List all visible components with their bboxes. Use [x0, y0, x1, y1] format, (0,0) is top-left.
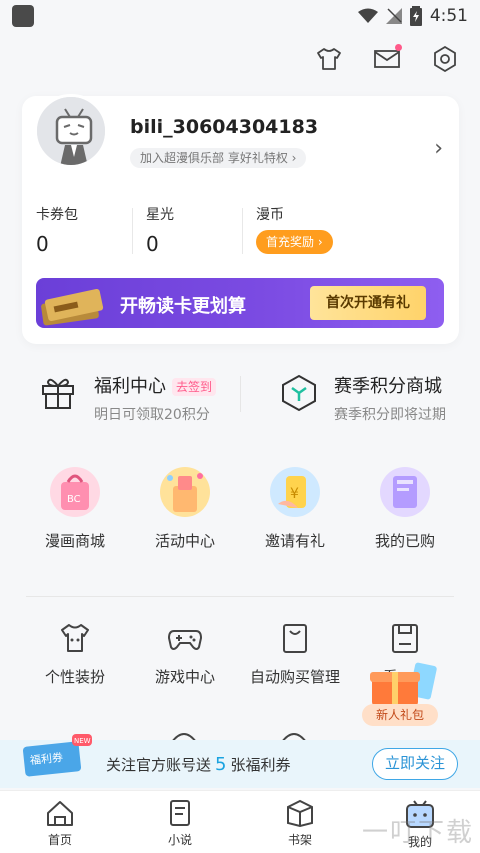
unread-dot: [395, 44, 402, 51]
welfare-row: 福利中心 去签到 明日可领取20积分 赛季积分商城 赛季积分即将过期: [0, 362, 480, 436]
coupon-count: 5: [215, 754, 227, 775]
season-mall-subtitle: 赛季积分即将过期: [334, 407, 446, 423]
follow-now-button[interactable]: 立即关注: [371, 748, 458, 780]
game-center-item[interactable]: 游戏中心: [130, 622, 240, 687]
status-bar: 4:51: [0, 0, 480, 32]
invite-gift-item[interactable]: ¥ 邀请有礼: [240, 464, 350, 551]
message-button[interactable]: [372, 44, 402, 74]
party-icon: [160, 467, 210, 517]
welfare-title: 福利中心: [94, 376, 166, 397]
tshirt-icon: [61, 624, 89, 652]
divider: [240, 376, 241, 412]
banner-text: 开畅读卡更划算: [120, 296, 246, 317]
welfare-subtitle: 明日可领取20积分: [94, 407, 210, 423]
stats-row: 卡券包 0 星光 0 漫币 首充奖励 ›: [22, 204, 459, 260]
nav-label: 小说: [167, 833, 192, 847]
cube-icon: [280, 374, 318, 416]
feature-grid-1: BC 漫画商城 活动中心 ¥ 邀请有礼 我的已购: [0, 464, 480, 551]
wifi-icon: [357, 8, 378, 23]
sign-in-tag[interactable]: 去签到: [172, 378, 217, 396]
username[interactable]: bili_30604304183: [130, 116, 318, 138]
grid-label: 邀请有礼: [264, 532, 325, 550]
welfare-center[interactable]: 福利中心 去签到 明日可领取20积分: [94, 372, 217, 424]
settings-icon: [434, 46, 456, 72]
purchased-item[interactable]: 我的已购: [350, 464, 460, 551]
nav-label: 首页: [47, 833, 72, 847]
divider: [242, 208, 243, 254]
divider: [132, 208, 133, 254]
grid-label: 我的已购: [374, 532, 435, 550]
follow-banner[interactable]: NEW 福利券 关注官方账号送 5 张福利券 立即关注: [0, 734, 480, 788]
comic-mall-item[interactable]: BC 漫画商城: [20, 464, 130, 551]
reading-card-banner[interactable]: 开畅读卡更划算 首次开通有礼: [36, 278, 444, 328]
dress-up-item[interactable]: 个性装扮: [20, 622, 130, 687]
mail-icon: [374, 50, 400, 68]
book-icon: [380, 467, 430, 517]
coupon-stat[interactable]: 卡券包 0: [22, 204, 132, 260]
home-icon: [47, 801, 73, 826]
nav-bookshelf[interactable]: 书架: [240, 791, 360, 853]
profile-card: bili_30604304183 加入超漫俱乐部 享好礼特权 › › 卡券包 0…: [22, 94, 459, 344]
tshirt-icon: [317, 48, 341, 70]
follow-pre: 关注官方账号送: [106, 756, 212, 774]
svg-text:BC: BC: [67, 494, 81, 505]
season-points-mall[interactable]: 赛季积分商城 赛季积分即将过期: [334, 372, 446, 424]
grid-label: 漫画商城: [44, 532, 105, 550]
stat-label: 卡券包: [36, 207, 78, 223]
watermark: 一叮下载: [361, 818, 474, 848]
stat-label: 漫币: [256, 207, 284, 223]
grid-label: 游戏中心: [154, 668, 215, 686]
save-icon: [392, 624, 418, 653]
default-avatar-icon: [37, 97, 105, 165]
auto-purchase-item[interactable]: 自动购买管理: [240, 622, 350, 687]
nav-home[interactable]: 首页: [0, 791, 120, 853]
bag-icon: [283, 624, 307, 653]
grid-label: 活动中心: [154, 532, 215, 550]
gift-box-icon: [40, 374, 76, 414]
comic-coin-stat[interactable]: 漫币 首充奖励 ›: [242, 204, 382, 260]
new-badge: NEW: [74, 737, 91, 745]
coupon-card-icon: NEW 福利券: [22, 734, 92, 777]
divider: [26, 596, 454, 597]
follow-post: 张福利券: [230, 756, 291, 774]
grid-label: 个性装扮: [44, 668, 105, 686]
stat-label: 星光: [146, 207, 174, 223]
stat-value: 0: [36, 232, 49, 256]
first-recharge-button[interactable]: 首充奖励 ›: [256, 230, 333, 254]
gift-box-icon: [370, 662, 437, 706]
status-icons: 4:51: [357, 6, 468, 26]
avatar[interactable]: [34, 94, 108, 168]
bookshelf-icon: [287, 799, 313, 827]
stat-value: 0: [146, 232, 159, 256]
app-notification-icon: [12, 5, 34, 27]
battery-icon: [409, 6, 422, 26]
top-actions: [314, 44, 460, 74]
svg-text:¥: ¥: [290, 486, 299, 502]
activity-center-item[interactable]: 活动中心: [130, 464, 240, 551]
first-open-gift-button[interactable]: 首次开通有礼: [310, 286, 426, 320]
nav-label: 书架: [287, 833, 312, 847]
season-mall-title: 赛季积分商城: [334, 376, 442, 397]
gift-label: 新人礼包: [362, 704, 438, 726]
starlight-stat[interactable]: 星光 0: [132, 204, 242, 260]
newcomer-gift[interactable]: 新人礼包: [362, 660, 438, 726]
dress-up-button[interactable]: [314, 44, 344, 74]
signal-icon: [385, 8, 402, 24]
nav-novel[interactable]: 小说: [120, 791, 240, 853]
club-link[interactable]: 加入超漫俱乐部 享好礼特权 ›: [130, 148, 307, 168]
follow-text: 关注官方账号送 5 张福利券: [106, 754, 290, 775]
shopping-bag-icon: BC: [50, 467, 100, 517]
settings-button[interactable]: [430, 44, 460, 74]
chevron-right-icon[interactable]: ›: [434, 136, 443, 161]
ticket-stack-icon: [41, 288, 104, 326]
coin-icon: ¥: [270, 467, 320, 517]
clock: 4:51: [429, 6, 468, 26]
novel-icon: [170, 800, 190, 826]
grid-label: 自动购买管理: [249, 668, 340, 686]
gamepad-icon: [168, 630, 202, 650]
